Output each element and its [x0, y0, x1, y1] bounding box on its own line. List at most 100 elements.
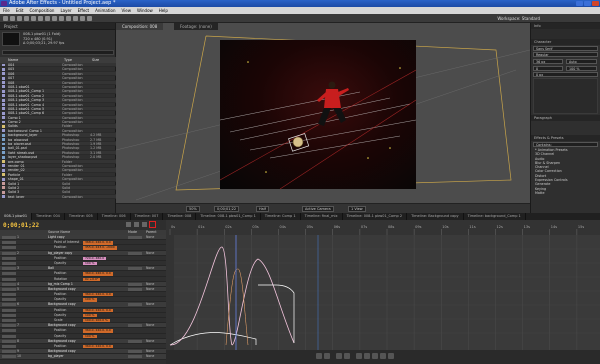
- clone-tool-icon[interactable]: [73, 16, 78, 21]
- fit-all-icon[interactable]: [344, 353, 350, 359]
- font-style-dropdown[interactable]: Regular: [533, 52, 598, 57]
- property-value[interactable]: 100 %: [83, 313, 97, 318]
- camera-tool-icon[interactable]: [31, 16, 36, 21]
- pan-behind-tool-icon[interactable]: [38, 16, 43, 21]
- motion-blur-icon[interactable]: [142, 222, 147, 227]
- easy-ease-icon[interactable]: [388, 353, 394, 359]
- av-switches[interactable]: [2, 303, 16, 307]
- zoom-tool-icon[interactable]: [17, 16, 22, 21]
- av-switches[interactable]: [2, 236, 16, 239]
- menu-help[interactable]: Help: [156, 7, 171, 14]
- effects-category[interactable]: Matte: [531, 191, 600, 195]
- parent-dropdown[interactable]: None: [146, 354, 154, 359]
- blend-mode-dropdown[interactable]: [128, 324, 142, 328]
- auto-bezier-icon[interactable]: [380, 353, 386, 359]
- av-switches[interactable]: [2, 350, 16, 354]
- effects-search-input[interactable]: Contains:: [533, 142, 598, 147]
- comp-viewport[interactable]: [219, 40, 417, 190]
- blend-mode-dropdown[interactable]: [128, 287, 142, 291]
- timeline-tab[interactable]: Timeline: 007: [131, 213, 164, 220]
- comp-timecode[interactable]: 0;00;01;22: [214, 206, 240, 212]
- camera-dropdown[interactable]: Active Camera: [302, 206, 334, 212]
- hand-tool-icon[interactable]: [10, 16, 15, 21]
- layer-row[interactable]: 10 bg_player None: [0, 354, 166, 360]
- graph-options-icon[interactable]: [324, 353, 330, 359]
- av-switches[interactable]: [2, 298, 16, 302]
- project-search-input[interactable]: [2, 50, 114, 55]
- property-value[interactable]: 360.0, 240.0, 0.0: [83, 292, 113, 297]
- show-properties-icon[interactable]: [316, 353, 322, 359]
- av-switches[interactable]: [2, 319, 16, 322]
- timeline-tab[interactable]: Timeline: 006: [98, 213, 131, 220]
- timeline-tab[interactable]: 008-1 pbw01: [0, 213, 33, 220]
- blend-mode-dropdown[interactable]: [128, 236, 142, 239]
- av-switches[interactable]: [2, 251, 16, 255]
- av-switches[interactable]: [2, 329, 16, 333]
- av-switches[interactable]: [2, 246, 16, 250]
- property-value[interactable]: 360.0, 240.0, 0.0: [83, 308, 113, 313]
- puppet-tool-icon[interactable]: [87, 16, 92, 21]
- timeline-tab[interactable]: Timeline: 004: [32, 213, 65, 220]
- menu-composition[interactable]: Composition: [26, 7, 57, 14]
- graph-editor[interactable]: [166, 235, 600, 350]
- blend-mode-dropdown[interactable]: [128, 303, 142, 307]
- timeline-tab[interactable]: Timeline: final_mix: [301, 213, 343, 220]
- tab-footage[interactable]: Footage: (none): [174, 23, 218, 30]
- text-tool-icon[interactable]: [59, 16, 64, 21]
- av-switches[interactable]: [2, 344, 16, 348]
- font-size-field[interactable]: 36 px: [533, 59, 563, 64]
- av-switches[interactable]: [2, 293, 16, 297]
- timeline-tab[interactable]: Timeline: 008-1 pbw01_Comp 1: [196, 213, 261, 220]
- layer-name[interactable]: bg_player: [48, 354, 64, 359]
- selection-tool-icon[interactable]: [3, 16, 8, 21]
- fit-selection-icon[interactable]: [336, 353, 342, 359]
- property-value[interactable]: 360.0, 240.0, 0.0: [83, 344, 113, 349]
- av-switches[interactable]: [2, 313, 16, 317]
- timeline-tab[interactable]: Timeline: 005: [65, 213, 98, 220]
- views-dropdown[interactable]: 1 View: [348, 206, 366, 212]
- timeline-tab[interactable]: Timeline: background_Comp 1: [464, 213, 526, 220]
- property-value[interactable]: 100 %: [83, 334, 97, 338]
- minimize-button[interactable]: [576, 1, 583, 6]
- tab-composition[interactable]: Composition: 008: [116, 23, 164, 30]
- workspace-selector[interactable]: Workspace: Standard: [497, 16, 540, 21]
- blend-mode-dropdown[interactable]: [128, 267, 142, 271]
- eraser-tool-icon[interactable]: [80, 16, 85, 21]
- av-switches[interactable]: [2, 261, 16, 265]
- av-switches[interactable]: [2, 308, 16, 312]
- timeline-tab[interactable]: Timeline: 008: [163, 213, 197, 220]
- av-switches[interactable]: [2, 277, 16, 281]
- property-value[interactable]: 100 %: [83, 297, 97, 302]
- effects-presets-tab[interactable]: Effects & Presets: [531, 135, 600, 141]
- hold-keyframe-icon[interactable]: [364, 353, 370, 359]
- blend-mode-dropdown[interactable]: [128, 355, 142, 359]
- menu-file[interactable]: File: [0, 7, 13, 14]
- baseline-field[interactable]: 0 px: [533, 72, 598, 77]
- brush-tool-icon[interactable]: [66, 16, 71, 21]
- property-value[interactable]: 0x +0.0°: [83, 277, 101, 281]
- menu-layer[interactable]: Layer: [57, 7, 74, 14]
- current-time-display[interactable]: 0;00;01;22: [3, 222, 39, 229]
- property-value[interactable]: 355.0, 243.0, -2000: [83, 245, 117, 250]
- av-switches[interactable]: [2, 241, 16, 245]
- font-family-dropdown[interactable]: Sans Serif: [533, 46, 598, 51]
- scale-field[interactable]: 100 %: [566, 66, 597, 71]
- menu-animation[interactable]: Animation: [92, 7, 118, 14]
- project-tab[interactable]: Project: [0, 23, 115, 30]
- property-value[interactable]: 368.0, 240.0, 0.0: [83, 240, 113, 245]
- menu-view[interactable]: View: [119, 7, 135, 14]
- menu-window[interactable]: Window: [134, 7, 156, 14]
- property-value[interactable]: 100.0, 100.0 %: [83, 318, 110, 323]
- close-button[interactable]: [592, 1, 599, 6]
- blend-mode-dropdown[interactable]: [128, 339, 142, 343]
- timeline-tab[interactable]: Timeline: Comp 1: [261, 213, 301, 220]
- av-switches[interactable]: [2, 287, 16, 291]
- mask-tool-icon[interactable]: [45, 16, 50, 21]
- property-value[interactable]: 720.0, 480.0: [83, 256, 107, 261]
- resolution-dropdown[interactable]: Half: [256, 206, 269, 212]
- av-switches[interactable]: [2, 324, 16, 328]
- zoom-dropdown[interactable]: 50%: [186, 206, 200, 212]
- menu-edit[interactable]: Edit: [13, 7, 27, 14]
- av-switches[interactable]: [2, 267, 16, 271]
- maximize-button[interactable]: [584, 1, 591, 6]
